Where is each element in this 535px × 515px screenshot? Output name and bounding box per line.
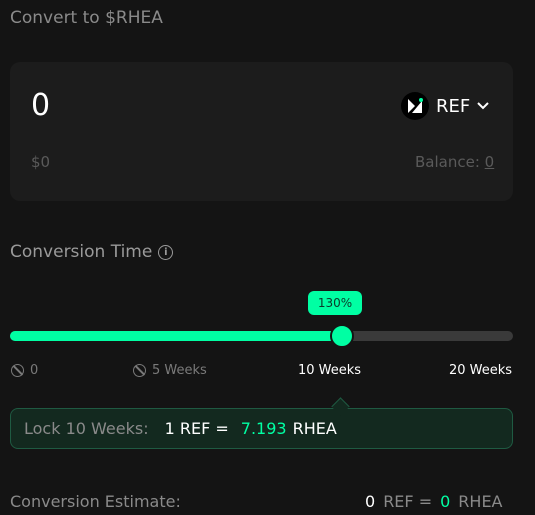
lock-label: Lock 10 Weeks: — [24, 419, 149, 438]
lock-rate-text: Lock 10 Weeks: 1 REF = 7.193 RHEA — [24, 419, 337, 438]
estimate-ref-amount: 0 — [365, 492, 376, 511]
estimate-rhea-amount: 0 — [440, 492, 451, 511]
boost-badge: 130% — [308, 291, 362, 315]
estimate-ref-unit: REF = — [383, 492, 433, 511]
tick-label: 10 Weeks — [298, 363, 362, 378]
lock-lhs: 1 REF = — [164, 419, 229, 438]
tick-label: 0 — [30, 363, 39, 378]
tick-5-weeks[interactable]: 5 Weeks — [133, 363, 207, 378]
estimate-label: Conversion Estimate: — [10, 492, 181, 511]
lock-rate: 7.193 — [240, 419, 287, 438]
estimate-rhea-unit: RHEA — [458, 492, 503, 511]
tick-0[interactable]: 0 — [11, 363, 38, 378]
tick-20-weeks[interactable]: 20 Weeks — [449, 363, 512, 378]
balance: Balance: 0 — [415, 153, 494, 171]
amount-input-card — [10, 62, 513, 201]
ban-icon — [133, 364, 146, 377]
ref-token-icon — [401, 92, 429, 120]
page-title: Convert to $RHEA — [10, 8, 163, 28]
slider-thumb[interactable] — [329, 324, 354, 348]
estimate-value: 0 REF = 0 RHEA — [365, 492, 503, 511]
token-selector[interactable]: REF — [401, 91, 489, 121]
lock-unit: RHEA — [292, 419, 337, 438]
conversion-time-heading: Conversion Time i — [10, 242, 174, 262]
ban-icon — [11, 364, 24, 377]
tick-10-weeks[interactable]: 10 Weeks — [298, 363, 361, 378]
usd-value: $0 — [31, 153, 51, 171]
tick-label: 20 Weeks — [449, 363, 513, 378]
amount-input[interactable]: 0 — [31, 88, 50, 123]
chevron-down-icon — [477, 102, 489, 110]
slider-fill — [10, 331, 342, 341]
info-icon[interactable]: i — [158, 244, 174, 260]
token-label: REF — [436, 95, 471, 117]
balance-value[interactable]: 0 — [485, 153, 495, 171]
tick-label: 5 Weeks — [152, 363, 207, 378]
balance-label: Balance: — [415, 153, 480, 171]
conversion-time-title: Conversion Time — [10, 242, 153, 262]
